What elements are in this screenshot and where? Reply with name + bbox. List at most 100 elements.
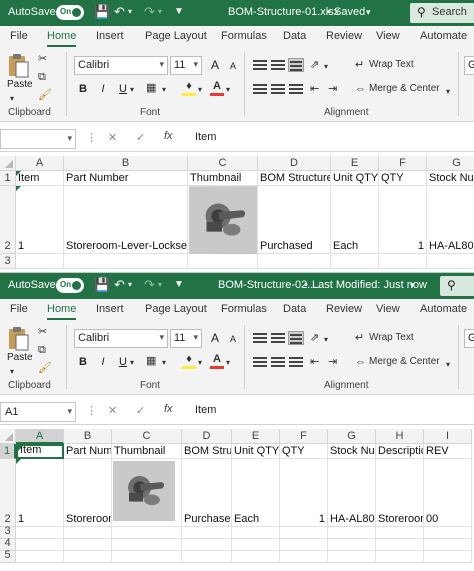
cell-g2[interactable]: HA-AL80 [427, 186, 474, 254]
increase-font-button[interactable]: A [206, 56, 224, 74]
decrease-indent-icon[interactable]: ⇤ [310, 355, 319, 369]
cell-d3[interactable] [182, 527, 232, 539]
italic-button[interactable]: I [94, 80, 112, 98]
number-format-select[interactable]: G [464, 329, 474, 348]
formula-input[interactable]: Item [195, 404, 216, 416]
cell-d5[interactable] [182, 551, 232, 563]
tab-page-layout[interactable]: Page Layout [145, 30, 207, 42]
undo-icon[interactable]: ↶ [114, 4, 125, 20]
font-color-icon[interactable]: A [210, 79, 224, 96]
cell-c4[interactable] [112, 539, 182, 551]
tab-page-layout[interactable]: Page Layout [145, 303, 207, 315]
cell-d1[interactable]: BOM Structure [258, 171, 331, 186]
cell-a3[interactable] [16, 527, 64, 539]
font-color-dropdown-icon[interactable]: ▾ [226, 83, 230, 97]
spreadsheet-grid[interactable]: ABCDEFGHI 1 Item Part NumbThumbnail BOM Stru… [0, 429, 474, 571]
cell-c1[interactable]: Thumbnail [112, 444, 182, 459]
orientation-dropdown-icon[interactable]: ▾ [324, 60, 328, 74]
merge-dropdown-icon[interactable]: ▾ [446, 358, 450, 372]
align-top-icon[interactable] [252, 58, 268, 72]
paste-dropdown-icon[interactable]: ▾ [10, 92, 14, 106]
cell-h1[interactable]: Descriptic [376, 444, 424, 459]
paste-label[interactable]: Paste [7, 79, 33, 90]
cancel-icon[interactable]: ✕ [108, 404, 117, 417]
row-header-2[interactable]: 2 [0, 459, 16, 527]
cell-e5[interactable] [232, 551, 280, 563]
cell-b2[interactable]: Storeroom [64, 459, 112, 527]
cell-b1[interactable]: Part Number [64, 171, 188, 186]
merge-center-label[interactable]: Merge & Center [369, 356, 440, 367]
align-right-icon[interactable] [288, 82, 304, 96]
cell-e4[interactable] [232, 539, 280, 551]
wrap-text-label[interactable]: Wrap Text [369, 332, 414, 343]
cell-f1[interactable]: QTY [280, 444, 328, 459]
cell-g1[interactable]: Stock Nu [427, 171, 474, 186]
cell-f2[interactable]: 1 [280, 459, 328, 527]
increase-indent-icon[interactable]: ⇥ [328, 355, 337, 369]
column-header-a[interactable]: A [16, 429, 64, 444]
tab-formulas[interactable]: Formulas [221, 30, 267, 42]
font-size-select[interactable]: 11 ▾ [170, 56, 202, 75]
tab-data[interactable]: Data [283, 303, 306, 315]
undo-icon[interactable]: ↶ [114, 277, 125, 293]
bold-button[interactable]: B [74, 353, 92, 371]
cell-b5[interactable] [64, 551, 112, 563]
thumbnail-image[interactable] [113, 461, 175, 521]
decrease-indent-icon[interactable]: ⇤ [310, 82, 319, 96]
cell-c3[interactable] [112, 527, 182, 539]
increase-font-button[interactable]: A [206, 329, 224, 347]
cell-a4[interactable] [16, 539, 64, 551]
cell-d3[interactable] [258, 254, 331, 269]
cell-c1[interactable]: Thumbnail [188, 171, 258, 186]
status-dropdown-icon[interactable]: ▾ [366, 4, 371, 20]
cell-i1[interactable]: REV [424, 444, 472, 459]
cell-i5[interactable] [424, 551, 472, 563]
orientation-icon[interactable]: ⇗ [310, 58, 319, 72]
cell-b2[interactable]: Storeroom-Lever-Lockset [64, 186, 188, 254]
cell-f3[interactable] [379, 254, 427, 269]
tab-home[interactable]: Home [47, 303, 77, 320]
save-icon[interactable]: 💾 [94, 4, 110, 20]
column-header-e[interactable]: E [232, 429, 280, 444]
insert-function-button[interactable]: fx [164, 403, 173, 415]
wrap-text-icon[interactable]: ↵ [355, 58, 364, 72]
column-header-f[interactable]: F [379, 156, 427, 171]
redo-dropdown-icon[interactable]: ▾ [158, 4, 162, 20]
borders-icon[interactable]: ▦ [146, 354, 156, 368]
cell-i4[interactable] [424, 539, 472, 551]
select-all-corner[interactable] [0, 429, 16, 444]
column-header-d[interactable]: D [258, 156, 331, 171]
merge-center-label[interactable]: Merge & Center [369, 83, 440, 94]
cell-h4[interactable] [376, 539, 424, 551]
copy-icon[interactable]: ⧉ [38, 70, 46, 84]
font-name-select[interactable]: Calibri ▾ [74, 329, 168, 348]
tab-data[interactable]: Data [283, 30, 306, 42]
cell-g5[interactable] [328, 551, 376, 563]
underline-dropdown-icon[interactable]: ▾ [130, 356, 134, 370]
tab-file[interactable]: File [10, 303, 28, 315]
column-header-g[interactable]: G [328, 429, 376, 444]
tab-formulas[interactable]: Formulas [221, 303, 267, 315]
status-dropdown-icon[interactable]: ▾ [410, 277, 415, 293]
cell-a2[interactable]: 1 [16, 459, 64, 527]
enter-icon[interactable]: ✓ [136, 131, 145, 144]
decrease-font-button[interactable]: A [224, 330, 242, 348]
paste-icon[interactable] [8, 326, 30, 352]
italic-button[interactable]: I [94, 353, 112, 371]
tab-insert[interactable]: Insert [96, 30, 124, 42]
formula-input[interactable]: Item [195, 131, 216, 143]
tab-automate[interactable]: Automate [420, 30, 467, 42]
fill-color-icon[interactable]: ♦ [182, 79, 196, 96]
align-center-icon[interactable] [270, 82, 286, 96]
wrap-text-icon[interactable]: ↵ [355, 331, 364, 345]
tab-automate[interactable]: Automate [420, 303, 467, 315]
cut-icon[interactable]: ✂ [38, 52, 47, 66]
orientation-icon[interactable]: ⇗ [310, 331, 319, 345]
cell-b3[interactable] [64, 254, 188, 269]
format-painter-icon[interactable]: 🖌 [38, 88, 52, 102]
cell-a3[interactable] [16, 254, 64, 269]
autosave-toggle[interactable]: On [56, 5, 84, 20]
decrease-font-button[interactable]: A [224, 57, 242, 75]
underline-dropdown-icon[interactable]: ▾ [130, 83, 134, 97]
align-top-icon[interactable] [252, 331, 268, 345]
